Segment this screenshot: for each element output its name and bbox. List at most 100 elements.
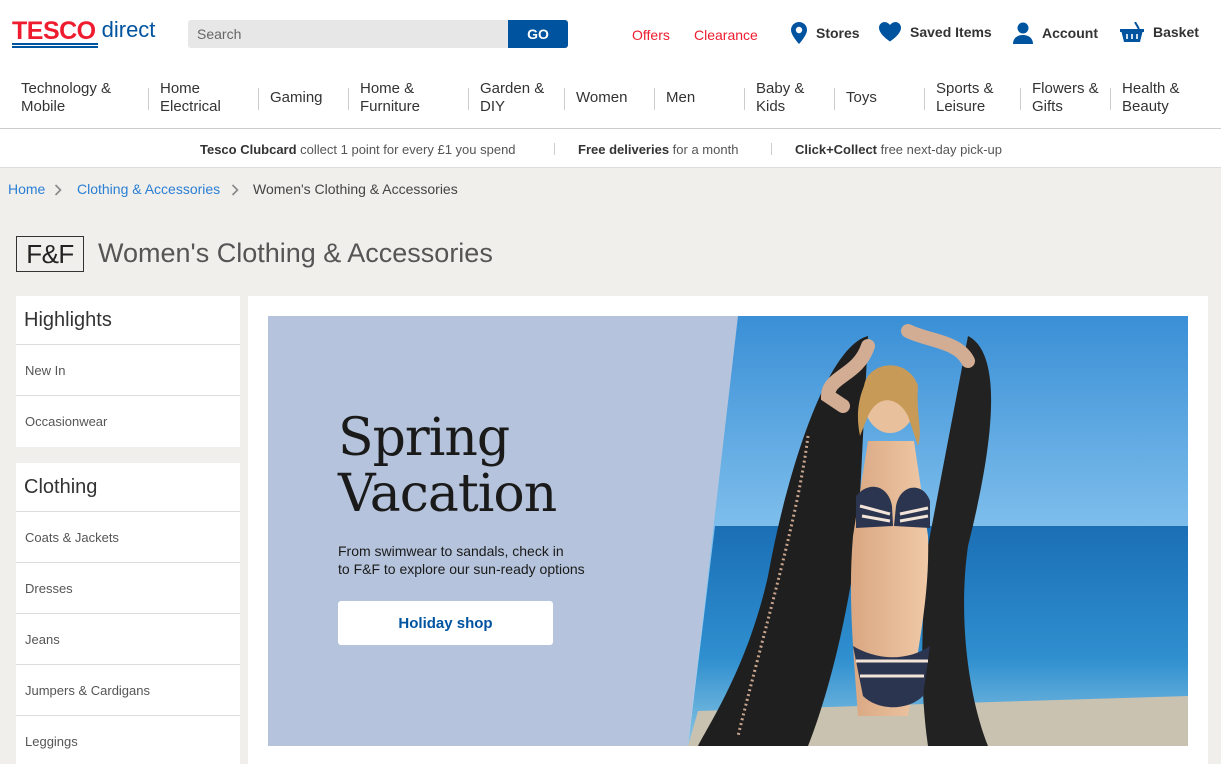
clearance-link[interactable]: Clearance — [694, 27, 758, 43]
search-input[interactable] — [188, 20, 508, 48]
sidebar-item-leggings[interactable]: Leggings — [16, 716, 240, 764]
sidebar-item-jeans[interactable]: Jeans — [16, 614, 240, 665]
nav-divider — [744, 88, 745, 110]
beach-photo — [688, 316, 1188, 746]
hero-subtitle-line2: to F&F to explore our sun-ready options — [338, 561, 585, 577]
tesco-direct-logo[interactable]: TESCO direct — [12, 17, 156, 48]
nav-item-home-furniture[interactable]: Home & Furniture — [360, 68, 420, 128]
promo-click-collect[interactable]: Click+Collect free next-day pick-up — [795, 142, 1002, 157]
breadcrumb-home[interactable]: Home — [8, 181, 45, 197]
promo-bold: Tesco Clubcard — [200, 142, 297, 157]
nav-divider — [348, 88, 349, 110]
nav-label-line2: Leisure — [936, 98, 986, 115]
promo-bold: Free deliveries — [578, 142, 670, 157]
chevron-right-icon — [231, 184, 239, 196]
heart-icon — [879, 22, 901, 42]
nav-divider — [1020, 88, 1021, 110]
account-label: Account — [1042, 25, 1098, 41]
basket-button[interactable]: Basket — [1120, 22, 1199, 42]
breadcrumb-current: Women's Clothing & Accessories — [253, 181, 458, 197]
logo-brand: TESCO — [12, 17, 96, 45]
promo-divider — [554, 143, 555, 155]
nav-label-line2: DIY — [480, 98, 506, 115]
ff-logo-text: F&F — [26, 238, 74, 269]
user-icon — [1013, 22, 1033, 44]
nav-item-health-beauty[interactable]: Health & Beauty — [1122, 68, 1180, 128]
promo-text: for a month — [669, 142, 739, 157]
nav-label-line1: Technology & — [21, 80, 112, 97]
site-header: TESCO direct GO Offers Clearance Stores … — [0, 0, 1221, 68]
nav-item-gaming[interactable]: Gaming — [270, 68, 323, 128]
sidebar-highlights: Highlights New In Occasionwear — [16, 296, 240, 447]
hero-banner[interactable]: Spring Vacation From swimwear to sandals… — [268, 316, 1188, 746]
nav-item-garden-diy[interactable]: Garden & DIY — [480, 68, 544, 128]
nav-item-men[interactable]: Men — [666, 68, 695, 128]
hero-subtitle-line1: From swimwear to sandals, check in — [338, 543, 564, 559]
nav-label-line2: Furniture — [360, 98, 421, 115]
nav-label-line2: Beauty — [1122, 98, 1169, 115]
nav-label-line2: Mobile — [21, 98, 66, 115]
promo-free-delivery[interactable]: Free deliveries for a month — [578, 142, 738, 157]
promo-divider — [771, 143, 772, 155]
location-pin-icon — [791, 22, 807, 44]
nav-item-toys[interactable]: Toys — [846, 68, 877, 128]
logo-stripes — [12, 43, 98, 49]
nav-item-technology-mobile[interactable]: Technology & Mobile — [21, 68, 111, 128]
nav-divider — [1110, 88, 1111, 110]
promo-strip: Tesco Clubcard collect 1 point for every… — [0, 129, 1221, 168]
nav-label: Women — [576, 89, 628, 106]
nav-divider — [148, 88, 149, 110]
nav-label-line2: Electrical — [160, 98, 221, 115]
nav-item-flowers-gifts[interactable]: Flowers & Gifts — [1032, 68, 1099, 128]
page-title: Women's Clothing & Accessories — [98, 238, 493, 268]
nav-item-women[interactable]: Women — [576, 68, 627, 128]
nav-label-line2: Gifts — [1032, 98, 1063, 115]
nav-label-line1: Home & — [360, 80, 415, 97]
nav-label: Gaming — [270, 89, 323, 106]
hero-title-line2: Vacation — [338, 464, 557, 524]
ff-brand-logo: F&F — [16, 236, 84, 272]
hero-title-line1: Spring — [338, 408, 510, 468]
nav-label-line2: Kids — [756, 98, 786, 115]
nav-divider — [468, 88, 469, 110]
stores-label: Stores — [816, 25, 860, 41]
nav-item-home-electrical[interactable]: Home Electrical — [160, 68, 221, 128]
saved-items-button[interactable]: Saved Items — [879, 22, 992, 42]
sidebar-item-coats-jackets[interactable]: Coats & Jackets — [16, 512, 240, 563]
nav-item-baby-kids[interactable]: Baby & Kids — [756, 68, 804, 128]
sidebar-item-jumpers-cardigans[interactable]: Jumpers & Cardigans — [16, 665, 240, 716]
basket-label: Basket — [1153, 24, 1199, 40]
offers-link[interactable]: Offers — [632, 27, 670, 43]
logo-suffix: direct — [101, 17, 156, 42]
sidebar-item-occasionwear[interactable]: Occasionwear — [16, 396, 240, 447]
chevron-right-icon — [54, 184, 62, 196]
nav-label-line1: Flowers & — [1032, 80, 1099, 97]
hero-subtitle: From swimwear to sandals, check in to F&… — [338, 542, 618, 578]
nav-divider — [654, 88, 655, 110]
sidebar-heading-highlights: Highlights — [16, 296, 240, 345]
hero-title: Spring Vacation — [338, 408, 557, 524]
saved-items-label: Saved Items — [910, 24, 992, 40]
promo-text: free next-day pick-up — [877, 142, 1003, 157]
nav-item-sports-leisure[interactable]: Sports & Leisure — [936, 68, 994, 128]
sidebar-heading-clothing: Clothing — [16, 463, 240, 512]
account-button[interactable]: Account — [1013, 22, 1098, 44]
basket-icon — [1120, 22, 1144, 42]
nav-label-line1: Baby & — [756, 80, 805, 97]
search-go-button[interactable]: GO — [508, 20, 568, 48]
nav-label: Men — [666, 89, 696, 106]
stores-button[interactable]: Stores — [791, 22, 860, 44]
breadcrumb-clothing-accessories[interactable]: Clothing & Accessories — [77, 181, 220, 197]
promo-text: collect 1 point for every £1 you spend — [296, 142, 516, 157]
category-nav: Technology & Mobile Home Electrical Gaming… — [0, 68, 1221, 129]
promo-clubcard[interactable]: Tesco Clubcard collect 1 point for every… — [200, 142, 516, 157]
nav-divider — [834, 88, 835, 110]
nav-divider — [258, 88, 259, 110]
sidebar-item-new-in[interactable]: New In — [16, 345, 240, 396]
sidebar-item-dresses[interactable]: Dresses — [16, 563, 240, 614]
sidebar-clothing: Clothing Coats & Jackets Dresses Jeans J… — [16, 463, 240, 764]
holiday-shop-button[interactable]: Holiday shop — [338, 601, 553, 645]
nav-label-line1: Home — [160, 80, 201, 97]
promo-bold: Click+Collect — [795, 142, 878, 157]
nav-label-line1: Health & — [1122, 80, 1180, 97]
